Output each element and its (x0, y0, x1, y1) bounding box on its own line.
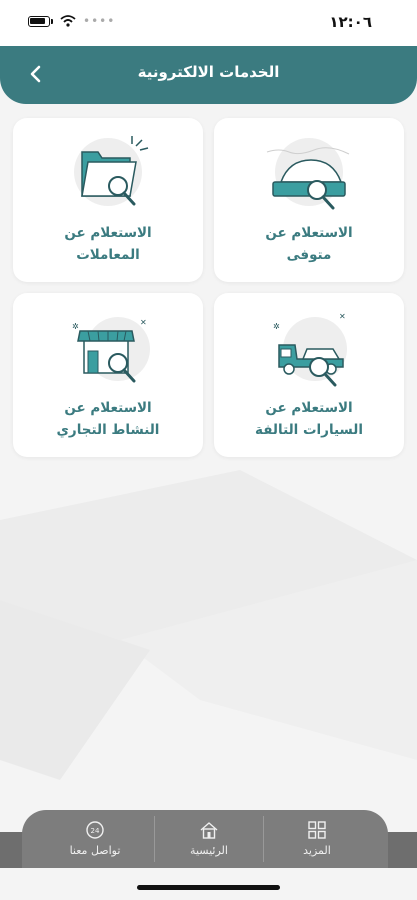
svg-text:✲: ✲ (273, 322, 280, 331)
status-time: ١٢:٠٦ (329, 13, 372, 31)
card-label-line1: الاستعلام عن (265, 225, 353, 241)
card-damaged-vehicles-inquiry[interactable]: ✲ ✕ الاستعلام عن السيارات التالفة (214, 293, 404, 457)
card-label-line1: الاستعلام عن (265, 400, 353, 416)
battery-icon (28, 15, 50, 27)
page-title: الخدمات الالكترونية (137, 63, 280, 81)
app-header: الخدمات الالكترونية (0, 46, 417, 104)
card-label: الاستعلام عن المعاملات (19, 222, 197, 266)
battery-tip (51, 18, 53, 24)
home-icon (200, 822, 218, 839)
card-commercial-activity-inquiry[interactable]: ✲ ✕ الاستعلام عن النشاط التجاري (13, 293, 203, 457)
card-label: الاستعلام عن السيارات التالفة (220, 397, 398, 441)
deceased-inquiry-icon (266, 138, 350, 210)
signal-icon: •••• (83, 14, 116, 28)
nav-contact-us[interactable]: 24 تواصل معنا (42, 810, 148, 868)
card-label: الاستعلام عن النشاط التجاري (19, 397, 197, 441)
svg-text:✲: ✲ (72, 322, 79, 331)
card-deceased-inquiry[interactable]: الاستعلام عن متوفى (214, 118, 404, 282)
card-label-line1: الاستعلام عن (64, 225, 152, 241)
card-label-line2: النشاط التجاري (56, 422, 160, 438)
nav-label-contact: تواصل معنا (69, 844, 121, 857)
status-icons: •••• (28, 14, 115, 28)
card-label-line1: الاستعلام عن (64, 400, 152, 416)
chat-bubble-icon: 24 (86, 821, 104, 839)
svg-text:✕: ✕ (140, 318, 147, 327)
svg-text:✕: ✕ (339, 312, 346, 321)
nav-label-more: المزيد (303, 844, 331, 857)
wifi-icon (60, 15, 76, 27)
nav-home[interactable]: الرئيسية (156, 810, 262, 868)
card-label: الاستعلام عن متوفى (220, 222, 398, 266)
card-label-line2: السيارات التالفة (255, 422, 363, 438)
status-bar: •••• ١٢:٠٦ (0, 0, 417, 46)
svg-text:24: 24 (91, 827, 100, 835)
nav-divider (154, 816, 155, 862)
card-label-line2: المعاملات (76, 247, 140, 263)
nav-label-home: الرئيسية (190, 844, 228, 857)
nav-more[interactable]: المزيد (264, 810, 370, 868)
grid-icon (308, 821, 326, 839)
home-indicator[interactable] (137, 885, 280, 890)
bottom-nav: 24 تواصل معنا الرئيسية المزيد (22, 810, 388, 868)
tow-truck-icon: ✲ ✕ (273, 312, 347, 387)
store-search-icon: ✲ ✕ (72, 317, 150, 383)
card-transactions-inquiry[interactable]: الاستعلام عن المعاملات (13, 118, 203, 282)
folder-search-icon (74, 136, 149, 206)
card-label-line2: متوفى (286, 247, 332, 263)
